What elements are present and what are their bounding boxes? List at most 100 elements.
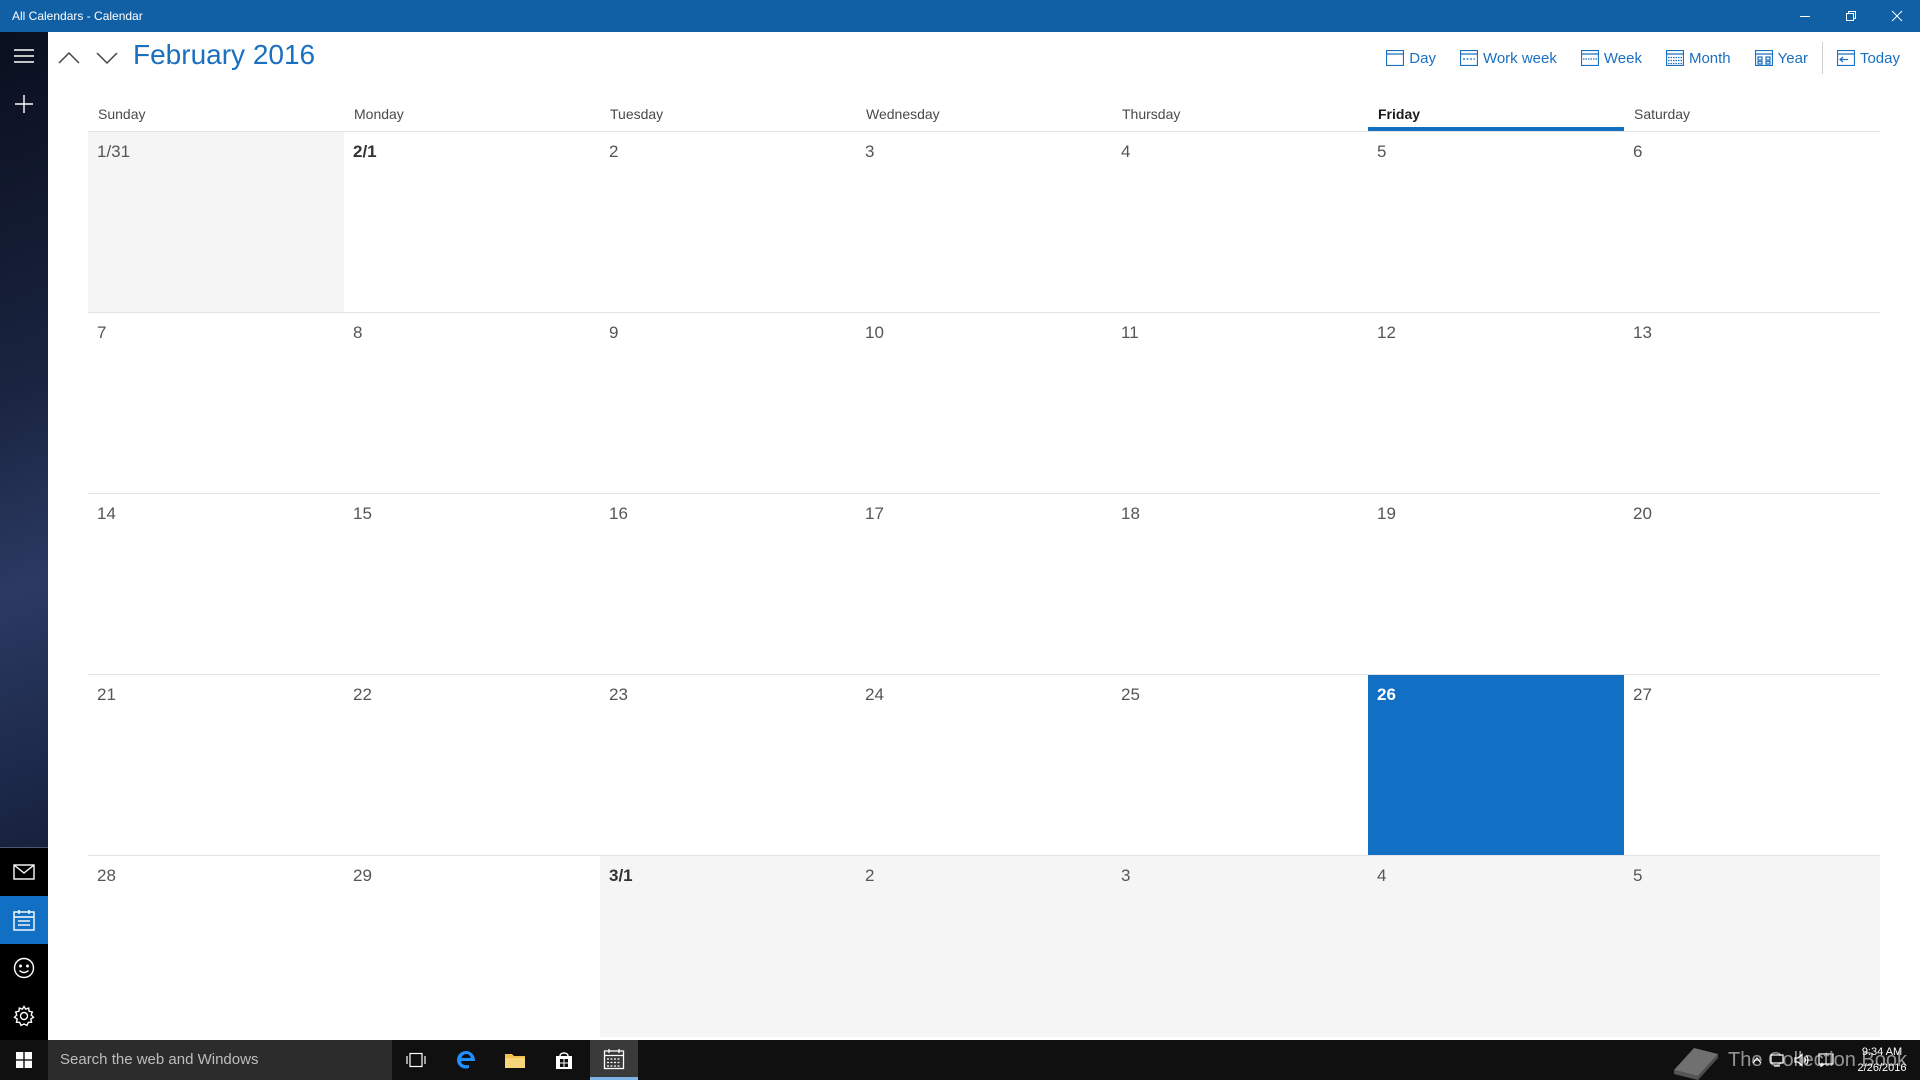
action-center-icon[interactable] (1818, 1053, 1834, 1067)
day-cell[interactable]: 15 (344, 494, 600, 674)
year-view-button[interactable]: Year (1754, 49, 1808, 67)
people-app-button[interactable] (0, 944, 48, 992)
day-cell[interactable]: 4 (1368, 856, 1624, 1037)
day-cell[interactable]: 17 (856, 494, 1112, 674)
day-cell[interactable]: 25 (1112, 675, 1368, 855)
day-number: 3 (865, 142, 875, 161)
day-cell[interactable]: 2 (856, 856, 1112, 1037)
clock-time: 9:34 AM (1861, 1046, 1903, 1058)
day-number: 3 (1121, 866, 1131, 885)
day-number: 13 (1633, 323, 1652, 342)
work-week-view-button[interactable]: Work week (1459, 50, 1557, 67)
day-cell[interactable]: 11 (1112, 313, 1368, 493)
day-cell[interactable]: 22 (344, 675, 600, 855)
calendar-taskbar-button[interactable] (590, 1040, 638, 1080)
month-title[interactable]: February 2016 (133, 39, 315, 71)
year-view-label: Year (1777, 49, 1808, 67)
edge-icon (457, 1051, 475, 1069)
navigation-rail (0, 32, 48, 1040)
month-grid: Sunday Monday Tuesday Wednesday Thursday… (88, 100, 1880, 1037)
calendar-app-button[interactable] (0, 896, 48, 944)
day-number: 11 (1121, 323, 1139, 342)
taskbar-clock[interactable]: 9:34 AM 2/26/2016 (1852, 1044, 1912, 1076)
view-switcher: Day Work week Week Month Year Today (1362, 42, 1900, 74)
edge-browser-button[interactable] (442, 1040, 490, 1080)
volume-icon[interactable] (1794, 1053, 1810, 1067)
smiley-icon (13, 957, 35, 979)
mail-app-button[interactable] (0, 848, 48, 896)
network-icon[interactable] (1770, 1053, 1786, 1067)
mail-icon (13, 864, 35, 880)
start-button[interactable] (0, 1040, 48, 1080)
day-cell[interactable]: 19 (1368, 494, 1624, 674)
day-number: 10 (865, 323, 884, 342)
week-view-button[interactable]: Week (1580, 50, 1642, 67)
day-number: 8 (353, 323, 363, 342)
today-button[interactable]: Today (1836, 50, 1900, 67)
taskbar: Search the web and Windows The Collectio… (0, 1040, 1920, 1080)
chevron-up-icon[interactable] (1752, 1056, 1762, 1064)
day-cell[interactable]: 2 (600, 132, 856, 312)
store-button[interactable] (540, 1040, 588, 1080)
day-number: 28 (97, 866, 116, 885)
day-cell[interactable]: 5 (1624, 856, 1880, 1037)
day-cell[interactable]: 10 (856, 313, 1112, 493)
day-cell[interactable]: 3 (1112, 856, 1368, 1037)
day-cell[interactable]: 5 (1368, 132, 1624, 312)
day-cell[interactable]: 16 (600, 494, 856, 674)
day-number: 26 (1377, 685, 1396, 704)
settings-button[interactable] (0, 992, 48, 1040)
weekday-header: Monday (354, 106, 404, 122)
day-cell[interactable]: 1/31 (88, 132, 344, 312)
day-cell[interactable]: 7 (88, 313, 344, 493)
day-cell[interactable]: 12 (1368, 313, 1624, 493)
windows-logo-icon (16, 1052, 32, 1068)
day-cell[interactable]: 14 (88, 494, 344, 674)
rail-app-switcher (0, 848, 48, 1040)
day-cell[interactable]: 29 (344, 856, 600, 1037)
weekday-header: Thursday (1122, 106, 1181, 122)
system-tray (1752, 1040, 1842, 1080)
month-view-icon (1665, 50, 1684, 66)
task-view-button[interactable] (392, 1040, 440, 1080)
previous-month-button[interactable] (51, 40, 87, 76)
day-number: 24 (865, 685, 884, 704)
day-cell[interactable]: 2/1 (344, 132, 600, 312)
day-cell[interactable]: 4 (1112, 132, 1368, 312)
month-view-button[interactable]: Month (1665, 49, 1731, 67)
clock-date: 2/26/2016 (1857, 1062, 1907, 1074)
day-number: 21 (97, 685, 116, 704)
day-cell[interactable]: 13 (1624, 313, 1880, 493)
calendar-header: February 2016 Day Work week Week Month Y… (48, 32, 1920, 80)
month-view-label: Month (1688, 49, 1731, 67)
plus-icon (15, 95, 33, 113)
day-cell[interactable]: 8 (344, 313, 600, 493)
taskbar-search-box[interactable]: Search the web and Windows (48, 1040, 392, 1080)
day-cell[interactable]: 3 (856, 132, 1112, 312)
weekday-header: Sunday (98, 106, 146, 122)
file-explorer-button[interactable] (491, 1040, 539, 1080)
next-month-button[interactable] (89, 40, 125, 76)
day-cell[interactable]: 6 (1624, 132, 1880, 312)
new-event-button[interactable] (0, 80, 48, 128)
day-cell[interactable]: 3/1 (600, 856, 856, 1037)
day-cell[interactable]: 18 (1112, 494, 1368, 674)
day-view-button[interactable]: Day (1386, 50, 1436, 67)
day-cell[interactable]: 24 (856, 675, 1112, 855)
day-cell[interactable]: 21 (88, 675, 344, 855)
minimize-button[interactable] (1782, 0, 1828, 32)
day-number: 16 (609, 504, 628, 523)
day-cell[interactable]: 20 (1624, 494, 1880, 674)
day-number: 2/1 (353, 142, 377, 161)
day-cell[interactable]: 27 (1624, 675, 1880, 855)
day-cell[interactable]: 23 (600, 675, 856, 855)
restore-button[interactable] (1828, 0, 1874, 32)
day-cell-today[interactable]: 26 (1368, 675, 1624, 855)
day-cell[interactable]: 9 (600, 313, 856, 493)
hamburger-menu-button[interactable] (0, 32, 48, 80)
close-button[interactable] (1874, 0, 1920, 32)
work-week-view-icon (1459, 50, 1478, 66)
day-number: 2 (609, 142, 619, 161)
weekday-header: Tuesday (610, 106, 664, 122)
day-cell[interactable]: 28 (88, 856, 344, 1037)
